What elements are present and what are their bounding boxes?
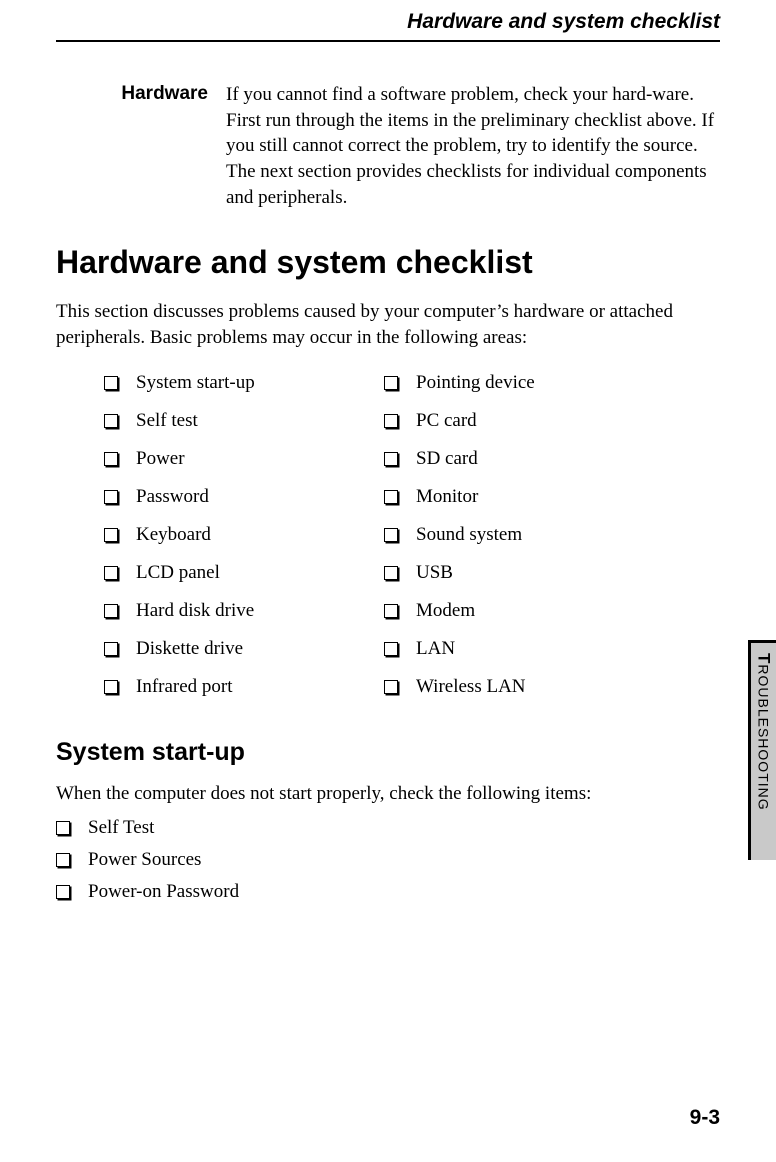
list-item-label: PC card <box>416 410 477 432</box>
list-item: Power-on Password <box>56 881 720 903</box>
list-item-label: Power <box>136 448 185 470</box>
list-item-label: Monitor <box>416 486 478 508</box>
list-item: Power <box>104 448 384 470</box>
checkbox-icon <box>104 376 118 390</box>
list-item-label: Diskette drive <box>136 638 243 660</box>
hardware-body: If you cannot find a software problem, c… <box>226 82 720 210</box>
intro-paragraph: This section discusses problems caused b… <box>56 299 720 350</box>
list-item-label: Pointing device <box>416 372 535 394</box>
list-item-label: Hard disk drive <box>136 600 254 622</box>
checklist-col-left: System start-up Self test Power Password Key… <box>104 372 384 714</box>
list-item-label: LCD panel <box>136 562 220 584</box>
list-item: System start-up <box>104 372 384 394</box>
list-item: Sound system <box>384 524 664 546</box>
checklist-col-right: Pointing device PC card SD card Monitor Soun… <box>384 372 664 714</box>
list-item-label: Power-on Password <box>88 881 239 903</box>
checkbox-icon <box>384 528 398 542</box>
checkbox-icon <box>104 680 118 694</box>
list-item-label: Infrared port <box>136 676 233 698</box>
list-item: LCD panel <box>104 562 384 584</box>
list-item-label: USB <box>416 562 453 584</box>
list-item-label: Keyboard <box>136 524 211 546</box>
hardware-label: Hardware <box>56 82 226 210</box>
checkbox-icon <box>56 821 70 835</box>
list-item: LAN <box>384 638 664 660</box>
list-item: Self Test <box>56 817 720 839</box>
list-item-label: Self Test <box>88 817 154 839</box>
list-item-label: Self test <box>136 410 198 432</box>
checkbox-icon <box>384 566 398 580</box>
side-tab-text: TROUBLESHOOTING <box>754 653 774 811</box>
list-item: Wireless LAN <box>384 676 664 698</box>
side-tab: TROUBLESHOOTING <box>748 640 776 860</box>
list-item: Monitor <box>384 486 664 508</box>
checkbox-icon <box>384 642 398 656</box>
list-item-label: Power Sources <box>88 849 201 871</box>
list-item-label: Password <box>136 486 209 508</box>
hardware-section: Hardware If you cannot find a software p… <box>56 82 720 210</box>
list-item-label: Wireless LAN <box>416 676 526 698</box>
list-item: PC card <box>384 410 664 432</box>
list-item-label: Sound system <box>416 524 522 546</box>
checkbox-icon <box>384 490 398 504</box>
sub-list: Self Test Power Sources Power-on Password <box>56 817 720 903</box>
page-number: 9-3 <box>690 1106 720 1130</box>
list-item-label: LAN <box>416 638 455 660</box>
list-item: Password <box>104 486 384 508</box>
side-tab-rest: ROUBLESHOOTING <box>756 664 772 810</box>
checkbox-icon <box>384 604 398 618</box>
checkbox-icon <box>384 414 398 428</box>
checkbox-icon <box>384 680 398 694</box>
list-item: Hard disk drive <box>104 600 384 622</box>
list-item: Pointing device <box>384 372 664 394</box>
list-item: Modem <box>384 600 664 622</box>
sub-intro: When the computer does not start properl… <box>56 781 720 807</box>
running-head: Hardware and system checklist <box>56 0 720 40</box>
heading-sub: System start-up <box>56 738 720 767</box>
checkbox-icon <box>104 414 118 428</box>
list-item-label: Modem <box>416 600 475 622</box>
checkbox-icon <box>104 604 118 618</box>
list-item: SD card <box>384 448 664 470</box>
list-item: Keyboard <box>104 524 384 546</box>
list-item-label: SD card <box>416 448 478 470</box>
checklist-columns: System start-up Self test Power Password Key… <box>104 372 720 714</box>
list-item: USB <box>384 562 664 584</box>
checkbox-icon <box>104 642 118 656</box>
list-item: Infrared port <box>104 676 384 698</box>
checkbox-icon <box>384 452 398 466</box>
list-item: Power Sources <box>56 849 720 871</box>
header-rule <box>56 40 720 42</box>
checkbox-icon <box>384 376 398 390</box>
list-item-label: System start-up <box>136 372 255 394</box>
checkbox-icon <box>104 490 118 504</box>
checkbox-icon <box>56 885 70 899</box>
side-tab-first-letter: T <box>755 653 774 664</box>
checkbox-icon <box>104 452 118 466</box>
checkbox-icon <box>104 566 118 580</box>
heading-main: Hardware and system checklist <box>56 244 720 281</box>
checkbox-icon <box>56 853 70 867</box>
checkbox-icon <box>104 528 118 542</box>
list-item: Diskette drive <box>104 638 384 660</box>
list-item: Self test <box>104 410 384 432</box>
